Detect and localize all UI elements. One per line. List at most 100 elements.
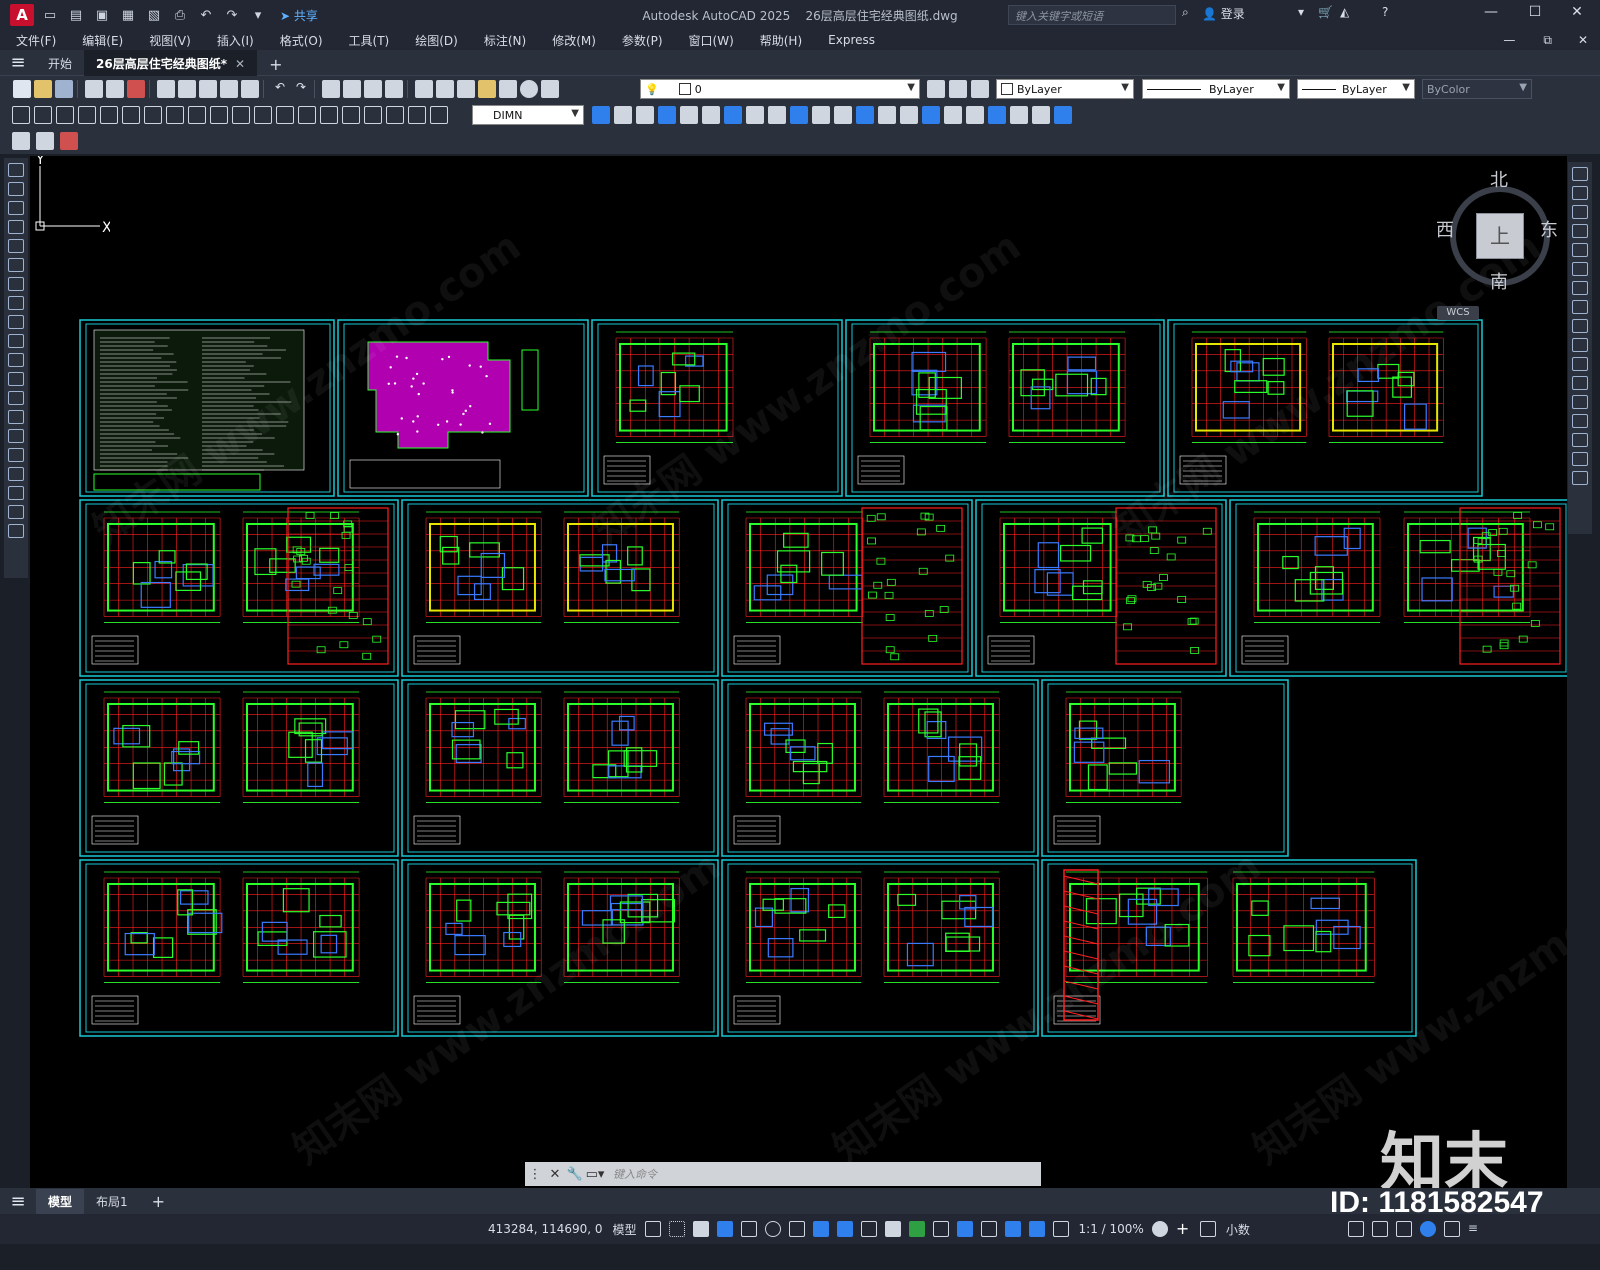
layer-previous-icon[interactable] bbox=[949, 80, 967, 98]
modify-tool-7-icon[interactable] bbox=[724, 106, 742, 124]
compass-west[interactable]: 西 bbox=[1436, 216, 1454, 242]
arc-length-dim-icon[interactable] bbox=[56, 106, 74, 124]
calculator-icon[interactable] bbox=[499, 80, 517, 98]
lineweight-dropdown[interactable]: ByLayer ▼ bbox=[1297, 79, 1415, 99]
new-file-icon[interactable]: ▭ bbox=[40, 5, 60, 25]
layer-properties-icon[interactable] bbox=[541, 80, 559, 98]
layout-menu-icon[interactable]: ≡ bbox=[0, 1191, 36, 1212]
make-current-layer-icon[interactable] bbox=[927, 80, 945, 98]
annotation-visibility-icon[interactable] bbox=[1028, 1221, 1045, 1237]
color-dropdown[interactable]: ByLayer ▼ bbox=[996, 79, 1134, 99]
units-icon[interactable] bbox=[1199, 1221, 1216, 1237]
radius-dim-icon[interactable] bbox=[100, 106, 118, 124]
rectangle-icon[interactable] bbox=[8, 239, 24, 253]
units-readout[interactable]: 小数 bbox=[1226, 1221, 1250, 1238]
baseline-dim-icon[interactable] bbox=[210, 106, 228, 124]
pan-icon[interactable] bbox=[322, 80, 340, 98]
modify-tool-13-icon[interactable] bbox=[856, 106, 874, 124]
tab-drawing[interactable]: 26层高层住宅经典图纸* ✕ bbox=[84, 49, 258, 76]
menu-view[interactable]: 视图(V) bbox=[149, 32, 191, 49]
save-icon[interactable]: ▣ bbox=[92, 5, 112, 25]
tab-model[interactable]: 模型 bbox=[36, 1188, 85, 1214]
grid-icon[interactable] bbox=[644, 1221, 661, 1237]
menu-parametric[interactable]: 参数(P) bbox=[622, 32, 663, 49]
menu-file[interactable]: 文件(F) bbox=[16, 32, 56, 49]
doc-minimize-button[interactable]: — bbox=[1503, 33, 1515, 47]
move-icon[interactable] bbox=[1572, 262, 1588, 276]
toolbar-extra-icon-2[interactable] bbox=[36, 132, 54, 150]
space-dim-icon[interactable] bbox=[254, 106, 272, 124]
break-dim-icon[interactable] bbox=[276, 106, 294, 124]
copy-icon[interactable] bbox=[178, 80, 196, 98]
ordinate-dim-icon[interactable] bbox=[78, 106, 96, 124]
autodesk-app-icon[interactable]: ◭ bbox=[1340, 5, 1349, 19]
modify-tool-6-icon[interactable] bbox=[702, 106, 720, 124]
jogged-linear-icon[interactable] bbox=[364, 106, 382, 124]
modify-tool-22-icon[interactable] bbox=[1054, 106, 1072, 124]
menu-dimension[interactable]: 标注(N) bbox=[484, 32, 526, 49]
modify-tool-9-icon[interactable] bbox=[768, 106, 786, 124]
center-mark-icon[interactable] bbox=[320, 106, 338, 124]
zoom-window-icon[interactable] bbox=[364, 80, 382, 98]
modify-tool-10-icon[interactable] bbox=[790, 106, 808, 124]
open-icon[interactable] bbox=[34, 80, 52, 98]
open-file-icon[interactable]: ▤ bbox=[66, 5, 86, 25]
compass-south[interactable]: 南 bbox=[1490, 268, 1508, 294]
qnew-icon[interactable] bbox=[13, 80, 31, 98]
wcs-menu[interactable]: WCS bbox=[1437, 306, 1479, 320]
tab-start[interactable]: 开始 bbox=[36, 50, 84, 76]
isolate-objects-icon[interactable] bbox=[1395, 1221, 1412, 1237]
chamfer-icon[interactable] bbox=[1572, 433, 1588, 447]
copy-object-icon[interactable] bbox=[1572, 186, 1588, 200]
grip-icon[interactable]: ⋮ bbox=[525, 1167, 545, 1182]
menu-modify[interactable]: 修改(M) bbox=[552, 32, 596, 49]
multiline-text-icon[interactable] bbox=[8, 505, 24, 519]
quick-dim-icon[interactable] bbox=[188, 106, 206, 124]
dynamic-input-icon[interactable] bbox=[716, 1221, 733, 1237]
scale-icon[interactable] bbox=[1572, 300, 1588, 314]
selection-filter-icon[interactable] bbox=[980, 1221, 997, 1237]
menu-edit[interactable]: 编辑(E) bbox=[82, 32, 123, 49]
selection-cycling-icon[interactable] bbox=[908, 1221, 925, 1237]
modify-tool-5-icon[interactable] bbox=[680, 106, 698, 124]
close-window-button[interactable]: ✕ bbox=[1562, 4, 1592, 26]
toolbar-extra-icon-3[interactable] bbox=[60, 132, 78, 150]
lock-ui-icon[interactable] bbox=[1371, 1221, 1388, 1237]
object-snap-icon[interactable] bbox=[836, 1221, 853, 1237]
annotation-scale[interactable]: 1:1 / 100% bbox=[1079, 1222, 1144, 1236]
continue-dim-icon[interactable] bbox=[232, 106, 250, 124]
customize-quick-access-icon[interactable]: ▾ bbox=[248, 5, 268, 25]
maximize-button[interactable]: ☐ bbox=[1520, 4, 1550, 26]
plotstyle-dropdown[interactable]: ByColor ▼ bbox=[1422, 79, 1532, 99]
construction-line-icon[interactable] bbox=[8, 182, 24, 196]
stretch-icon[interactable] bbox=[1572, 319, 1588, 333]
add-layout-button[interactable]: + bbox=[140, 1188, 177, 1215]
revision-cloud-icon[interactable] bbox=[8, 296, 24, 310]
insert-block-icon[interactable] bbox=[8, 372, 24, 386]
circle-icon[interactable] bbox=[8, 277, 24, 291]
help-icon[interactable]: ? bbox=[1382, 5, 1388, 19]
arc-icon[interactable] bbox=[8, 258, 24, 272]
doc-restore-button[interactable]: ⧉ bbox=[1543, 33, 1552, 48]
minimize-button[interactable]: — bbox=[1476, 4, 1506, 26]
sheet-set-icon[interactable] bbox=[478, 80, 496, 98]
ortho-icon[interactable] bbox=[740, 1221, 757, 1237]
search-icon[interactable]: ⌕ bbox=[1182, 5, 1189, 20]
snap-icon[interactable] bbox=[668, 1221, 685, 1237]
array-icon[interactable] bbox=[1572, 243, 1588, 257]
cad-drawing[interactable] bbox=[30, 156, 1567, 1188]
compass-north[interactable]: 北 bbox=[1490, 166, 1508, 192]
table-icon[interactable] bbox=[8, 486, 24, 500]
add-selected-icon[interactable] bbox=[8, 524, 24, 538]
modify-tool-11-icon[interactable] bbox=[812, 106, 830, 124]
redo-toolbar-icon[interactable]: ↷ bbox=[292, 80, 310, 98]
autocad-logo-icon[interactable]: A bbox=[10, 4, 34, 26]
rotate-icon[interactable] bbox=[1572, 281, 1588, 295]
gradient-icon[interactable] bbox=[8, 448, 24, 462]
modify-tool-19-icon[interactable] bbox=[988, 106, 1006, 124]
auto-scale-icon[interactable] bbox=[1052, 1221, 1069, 1237]
command-input[interactable]: 键入命令 bbox=[613, 1166, 657, 1182]
close-command-icon[interactable]: ✕ bbox=[545, 1167, 565, 1182]
modify-tool-12-icon[interactable] bbox=[834, 106, 852, 124]
isodraft-icon[interactable] bbox=[788, 1221, 805, 1237]
